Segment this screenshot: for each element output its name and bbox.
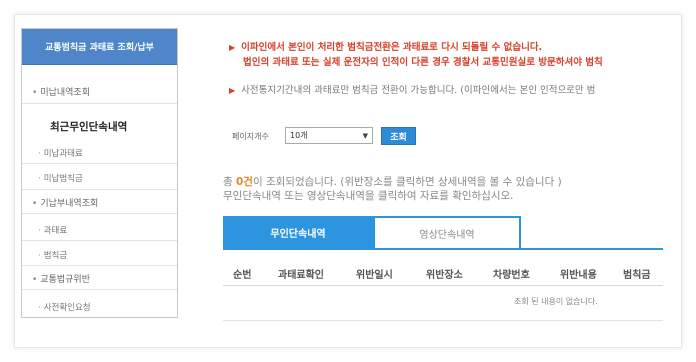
divider xyxy=(22,213,177,214)
column-header: 차량번호 xyxy=(493,270,530,281)
sidebar-item-paid-fine[interactable]: · 과태료 xyxy=(38,224,67,236)
tab-underline xyxy=(223,248,663,250)
sidebar-item-recent-enforcement[interactable]: 최근무인단속내역 xyxy=(50,119,127,134)
empty-table-message: 조회 된 내용이 없습니다. xyxy=(514,297,598,306)
sidebar-item-label: 기납부내역조회 xyxy=(40,199,99,209)
sidebar-item-traffic-violation[interactable]: • 교통법규위반 xyxy=(32,272,90,285)
dot-icon: · xyxy=(38,251,41,261)
dot-icon: · xyxy=(38,174,41,184)
sidebar-item-unpaid-inquiry[interactable]: • 미납내역조회 xyxy=(32,85,90,98)
result-summary: 총 0건이 조회되었습니다. (위반장소를 클릭하면 상세내역을 볼 수 있습니… xyxy=(223,174,562,189)
notice-line-1: ▶ 이파인에서 본인이 처리한 범칙금전환은 과태료로 다시 되돌릴 수 없습니다… xyxy=(229,39,542,53)
arrow-right-icon: ▶ xyxy=(229,43,236,52)
divider xyxy=(22,289,177,290)
column-header: 위반내용 xyxy=(560,270,597,281)
dot-icon: · xyxy=(38,226,41,236)
arrow-right-icon: ▶ xyxy=(229,86,236,95)
notice-line-3: ▶ 사전통지기간내의 과태료만 범칙금 전환이 가능합니다. (이파인에서는 본인… xyxy=(229,82,595,96)
sidebar-item-paid-inquiry[interactable]: • 기납부내역조회 xyxy=(32,196,98,209)
divider xyxy=(22,240,177,241)
column-header: 위반장소 xyxy=(426,270,463,281)
sidebar-item-pre-check[interactable]: · 사전확인요청 xyxy=(38,301,91,313)
sidebar-item-label: 미납범칙금 xyxy=(43,174,83,184)
chevron-down-icon: ▼ xyxy=(362,131,368,140)
result-count: 0건 xyxy=(236,176,253,188)
table-header: 순번 과태료확인 위반일시 위반장소 차량번호 위반내용 범칙금 xyxy=(223,258,663,286)
divider xyxy=(22,265,177,266)
notice-text: 사전통지기간내의 과태료만 범칙금 전환이 가능합니다. (이파인에서는 본인 … xyxy=(241,85,596,96)
notice-line-2: 법인의 과태료 또는 실제 운전자의 인적이 다른 경우 경찰서 교통민원실로 … xyxy=(243,54,603,68)
result-hint: 무인단속내역 또는 영상단속내역을 클릭하여 자료를 확인하십시오. xyxy=(223,190,514,202)
column-header: 위반일시 xyxy=(356,270,393,281)
sidebar: 교통범칙금 과태료 조회/납부 • 미납내역조회 최근무인단속내역 · 미납과태료 … xyxy=(21,28,178,318)
notice-text: 법인의 과태료 또는 실제 운전자의 인적이 다른 경우 경찰서 교통민원실로 … xyxy=(243,57,603,68)
column-header: 범칙금 xyxy=(623,270,651,281)
dot-icon: · xyxy=(38,149,41,159)
page-size-select[interactable]: 10개 ▼ xyxy=(285,127,373,144)
sidebar-item-paid-penalty[interactable]: · 범칙금 xyxy=(38,249,67,261)
tab-unmanned-enforcement[interactable]: 무인단속내역 xyxy=(223,216,373,249)
tab-video-enforcement[interactable]: 영상단속내역 xyxy=(373,216,521,249)
bullet-icon: • xyxy=(32,88,38,98)
divider xyxy=(22,189,177,190)
result-prefix: 총 xyxy=(223,176,236,188)
sidebar-item-label: 최근무인단속내역 xyxy=(50,121,128,133)
sidebar-item-unpaid-fine[interactable]: · 미납과태료 xyxy=(38,147,83,159)
search-button[interactable]: 조회 xyxy=(381,127,416,145)
dot-icon: · xyxy=(38,303,41,313)
sidebar-item-label: 교통법규위반 xyxy=(40,275,90,285)
column-header: 과태료확인 xyxy=(278,270,324,281)
sidebar-title: 교통범칙금 과태료 조회/납부 xyxy=(22,29,177,65)
sidebar-item-label: 미납과태료 xyxy=(43,149,83,159)
divider xyxy=(22,163,177,164)
result-suffix: 이 조회되었습니다. (위반장소를 클릭하면 상세내역을 볼 수 있습니다 ) xyxy=(252,176,562,188)
sidebar-item-label: 사전확인요청 xyxy=(43,303,91,313)
bullet-icon: • xyxy=(32,199,38,209)
table-bottom-border xyxy=(223,320,663,321)
divider xyxy=(22,103,177,104)
column-header: 순번 xyxy=(233,270,252,281)
bullet-icon: • xyxy=(32,275,38,285)
sidebar-item-label: 범칙금 xyxy=(43,251,68,261)
notice-text: 이파인에서 본인이 처리한 범칙금전환은 과태료로 다시 되돌릴 수 없습니다. xyxy=(241,42,543,53)
sidebar-item-unpaid-penalty[interactable]: · 미납범칙금 xyxy=(38,172,83,184)
sidebar-item-label: 미납내역조회 xyxy=(40,88,90,98)
page-size-label: 페이지개수 xyxy=(232,132,269,141)
sidebar-item-label: 과태료 xyxy=(43,226,68,236)
page-size-value: 10개 xyxy=(290,131,308,140)
